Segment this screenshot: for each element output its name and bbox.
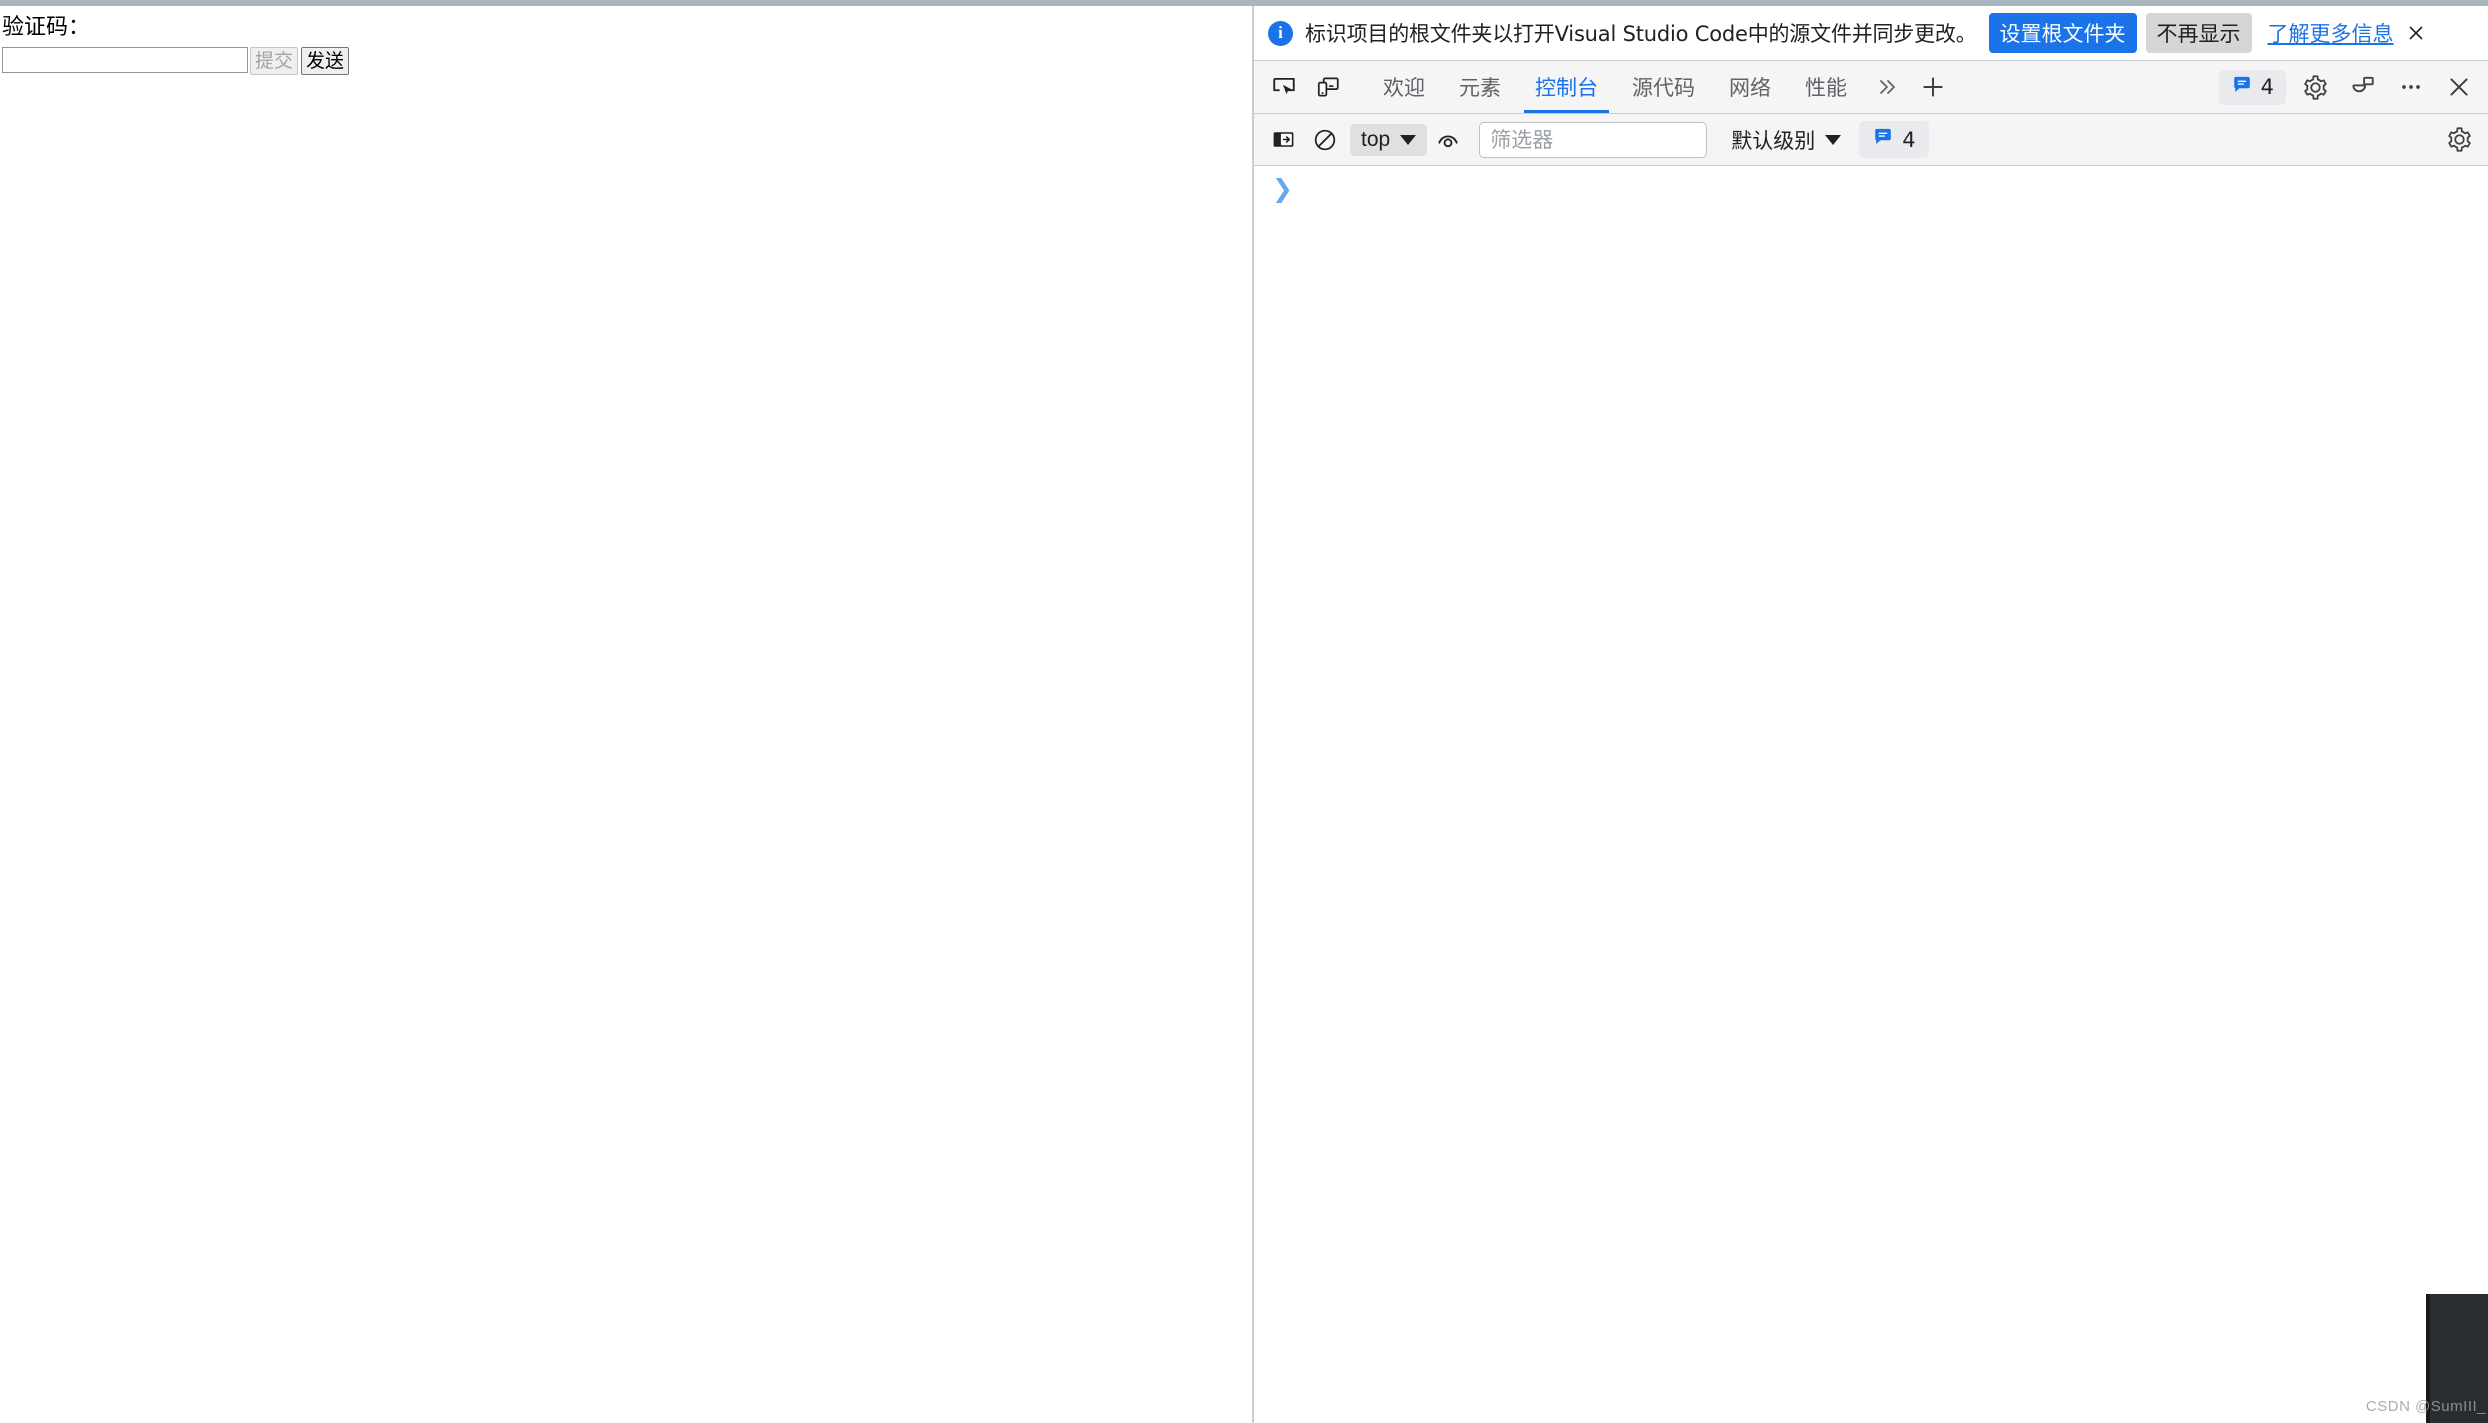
- devtools-panel: i 标识项目的根文件夹以打开Visual Studio Code中的源文件并同步…: [1254, 6, 2488, 1423]
- tab-welcome[interactable]: 欢迎: [1366, 61, 1442, 113]
- ellipsis-icon[interactable]: [2388, 67, 2434, 107]
- info-icon: i: [1268, 20, 1293, 46]
- tab-sources[interactable]: 源代码: [1615, 61, 1712, 113]
- eye-icon[interactable]: [1427, 120, 1469, 160]
- infobar-close-icon[interactable]: [2406, 23, 2426, 43]
- clear-console-icon[interactable]: [1304, 120, 1346, 160]
- device-toolbar-icon[interactable]: [1306, 67, 1350, 107]
- execution-context-value: top: [1361, 127, 1391, 151]
- console-toolbar: top 默认级别 4: [1254, 114, 2488, 166]
- submit-button[interactable]: 提交: [250, 46, 299, 75]
- issues-bubble-icon: [2231, 74, 2253, 101]
- close-devtools-icon[interactable]: [2436, 67, 2482, 107]
- send-code-button[interactable]: 发送: [301, 46, 350, 75]
- console-issues-button[interactable]: 4: [1859, 121, 1929, 158]
- log-level-selector[interactable]: 默认级别: [1731, 125, 1842, 155]
- captcha-form-row: 提交 发送: [2, 46, 1252, 75]
- issues-count: 4: [1902, 127, 1916, 152]
- log-level-value: 默认级别: [1731, 128, 1816, 153]
- infobar-message: 标识项目的根文件夹以打开Visual Studio Code中的源文件并同步更改…: [1305, 22, 1977, 46]
- devtools-infobar: i 标识项目的根文件夹以打开Visual Studio Code中的源文件并同步…: [1254, 6, 2488, 61]
- learn-more-link[interactable]: 了解更多信息: [2268, 18, 2394, 48]
- devtools-tabs: 欢迎 元素 控制台 源代码 网络 性能: [1366, 61, 1864, 113]
- caret-down-icon: [1825, 134, 1842, 145]
- console-prompt-row[interactable]: ❯: [1254, 166, 2488, 202]
- devtools-tabbar: 欢迎 元素 控制台 源代码 网络 性能 4: [1254, 61, 2488, 114]
- tab-label: 控制台: [1535, 76, 1598, 100]
- tab-console[interactable]: 控制台: [1518, 61, 1615, 113]
- captcha-label: 验证码：: [2, 15, 91, 40]
- caret-down-icon: [1400, 134, 1417, 145]
- gear-icon[interactable]: [2292, 67, 2338, 107]
- page-content: 验证码： 提交 发送: [0, 6, 1252, 75]
- infobar-actions: 设置根文件夹 不再显示: [1988, 13, 2252, 53]
- console-filter-input[interactable]: [1479, 121, 1708, 158]
- tab-label: 性能: [1805, 76, 1847, 100]
- inspect-element-icon[interactable]: [1262, 67, 1306, 107]
- web-page-viewport: 验证码： 提交 发送: [0, 6, 1252, 1423]
- captcha-input[interactable]: [2, 46, 248, 73]
- csdn-watermark: CSDN @SumIII_: [2365, 1398, 2486, 1415]
- issues-bubble-icon: [1872, 126, 1894, 153]
- execution-context-selector[interactable]: top: [1350, 123, 1428, 156]
- issues-counter-button[interactable]: 4: [2218, 69, 2286, 105]
- console-output-area[interactable]: ❯ CSDN @SumIII_: [1254, 166, 2488, 1423]
- tab-elements[interactable]: 元素: [1442, 61, 1518, 113]
- tab-label: 欢迎: [1383, 76, 1425, 100]
- console-sidebar-icon[interactable]: [1262, 120, 1304, 160]
- console-prompt-input[interactable]: [1302, 176, 2488, 202]
- set-root-folder-button[interactable]: 设置根文件夹: [1988, 13, 2137, 53]
- dock-side-icon[interactable]: [2340, 67, 2386, 107]
- tab-network[interactable]: 网络: [1712, 61, 1788, 113]
- tab-label: 源代码: [1632, 76, 1695, 100]
- console-settings-gear-icon[interactable]: [2438, 120, 2480, 160]
- prompt-arrow-icon: ❯: [1272, 174, 1293, 203]
- issues-count: 4: [2260, 75, 2274, 99]
- dont-show-again-button[interactable]: 不再显示: [2145, 13, 2252, 53]
- tab-label: 网络: [1729, 76, 1771, 100]
- tab-label: 元素: [1459, 76, 1501, 100]
- tab-performance[interactable]: 性能: [1788, 61, 1864, 113]
- chevron-double-right-icon[interactable]: [1864, 67, 1910, 107]
- plus-icon[interactable]: [1910, 67, 1956, 107]
